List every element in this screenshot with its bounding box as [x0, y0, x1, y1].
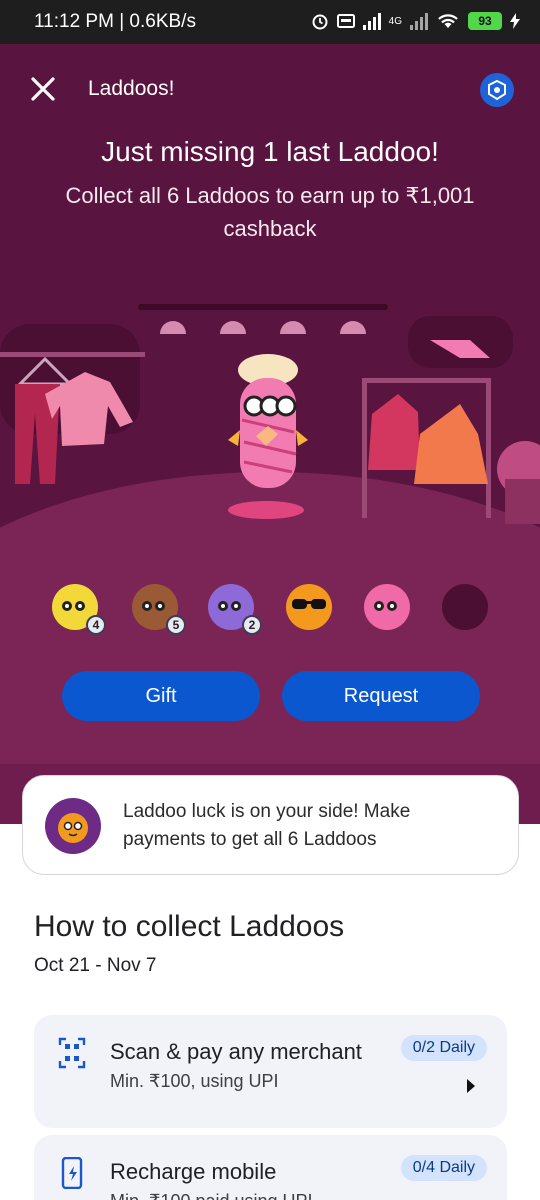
laddoo-hero: Laddoos! Just missing 1 last Laddoo! Col…	[0, 44, 540, 824]
status-icons: 4G 93	[311, 12, 520, 30]
section-dates: Oct 21 - Nov 7	[34, 955, 157, 976]
task-progress-badge: 0/2 Daily	[400, 1035, 487, 1061]
close-icon	[31, 77, 55, 101]
laddoo-choco[interactable]: 5	[132, 584, 186, 635]
laddoo-purple[interactable]: 2	[208, 584, 262, 635]
close-button[interactable]	[28, 75, 58, 105]
task-card-recharge[interactable]: Recharge mobile Min. ₹100 paid using UPI…	[34, 1135, 507, 1200]
task-title: Scan & pay any merchant	[110, 1039, 362, 1064]
status-bar: 11:12 PM | 0.6KB/s 4G 93	[0, 0, 540, 44]
laddoo-leaf[interactable]: 4	[52, 584, 106, 635]
hero-headline: Just missing 1 last Laddoo!	[101, 136, 439, 167]
laddoo-missing[interactable]	[442, 584, 488, 630]
laddoo-mascot	[228, 354, 308, 519]
cast-icon	[336, 14, 355, 28]
section-title: How to collect Laddoos	[34, 910, 345, 943]
laddoo-eyes	[142, 601, 165, 611]
laddoo-luck-avatar	[45, 798, 101, 854]
laddoo-luck-text: Laddoo luck is on your side! Make paymen…	[123, 801, 411, 850]
task-subtitle: Min. ₹100, using UPI	[110, 1071, 279, 1091]
laddoo-eyes	[62, 601, 85, 611]
mobile-phone-icon	[61, 1157, 83, 1189]
laddoo-face-icon	[58, 813, 88, 843]
page-title: Laddoos!	[88, 77, 175, 100]
laddoo-eyes	[374, 601, 397, 611]
laddoo-pink[interactable]	[364, 584, 410, 630]
laddoo-collection: 4 5 2	[52, 584, 492, 635]
task-card-scan-pay[interactable]: Scan & pay any merchant Min. ₹100, using…	[34, 1015, 507, 1128]
laddoo-luck-card: Laddoo luck is on your side! Make paymen…	[22, 775, 519, 875]
network-label: 4G	[388, 15, 402, 27]
task-title: Recharge mobile	[110, 1159, 277, 1184]
laddoo-count-badge: 5	[166, 615, 186, 635]
play-arrow-icon[interactable]	[467, 1079, 475, 1093]
signal-icon	[362, 12, 381, 30]
charging-icon	[510, 13, 520, 29]
laddoo-count-badge: 4	[86, 615, 106, 635]
sunglasses-icon	[292, 599, 326, 609]
gift-button[interactable]: Gift	[62, 671, 260, 721]
request-button[interactable]: Request	[282, 671, 480, 721]
qr-scan-icon	[58, 1037, 86, 1069]
task-progress-badge: 0/4 Daily	[400, 1155, 487, 1181]
status-time: 11:12 PM | 0.6KB/s	[34, 11, 196, 32]
hero-subline: Collect all 6 Laddoos to earn up to ₹1,0…	[65, 183, 475, 241]
task-subtitle: Min. ₹100 paid using UPI	[110, 1191, 313, 1200]
alarm-icon	[312, 14, 328, 30]
battery-indicator: 93	[468, 12, 502, 30]
laddoo-count-badge: 2	[242, 615, 262, 635]
laddoo-sunglasses[interactable]	[286, 584, 332, 630]
album-icon	[488, 79, 506, 101]
wifi-icon	[438, 14, 458, 28]
signal-icon-2	[410, 12, 428, 30]
laddoo-album-button[interactable]	[480, 73, 514, 107]
laddoo-eyes	[218, 601, 241, 611]
